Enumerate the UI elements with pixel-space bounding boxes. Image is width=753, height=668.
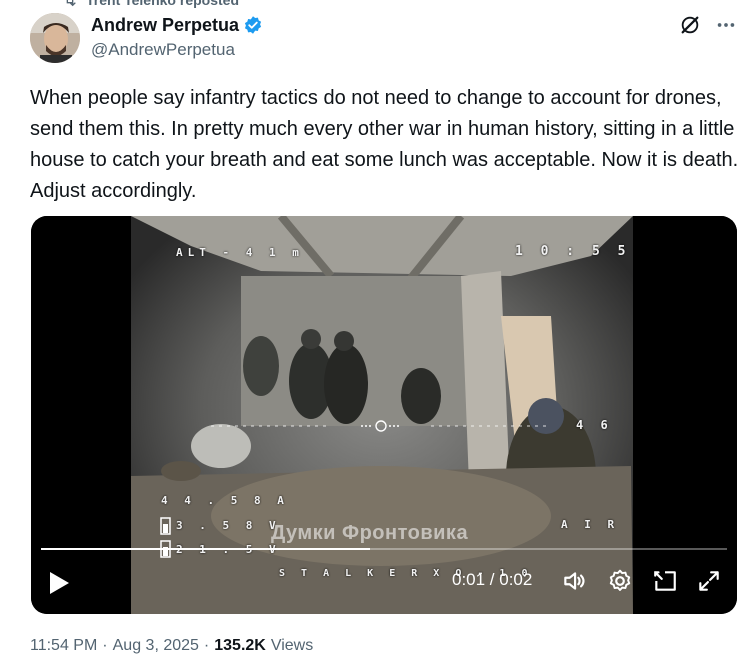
hud-voltage-main: 4 4 . 5 8 A <box>161 494 289 507</box>
views-label: Views <box>270 637 314 654</box>
tweet-meta: 11:54 PM · Aug 3, 2025 · 135.2K Views <box>30 637 313 655</box>
author-block: Andrew Perpetua @AndrewPerpetua <box>91 13 263 60</box>
hud-clock: 1 0 : 5 5 <box>515 244 631 259</box>
author-handle[interactable]: @AndrewPerpetua <box>91 40 263 60</box>
more-icon[interactable] <box>715 14 737 36</box>
meta-separator: · <box>203 637 210 654</box>
grok-icon[interactable] <box>679 14 701 36</box>
hud-mode: A I R <box>561 518 620 531</box>
settings-icon[interactable] <box>607 568 633 594</box>
tweet-top-actions <box>679 14 737 36</box>
tweet-date[interactable]: Aug 3, 2025 <box>113 637 199 655</box>
play-icon[interactable] <box>47 570 71 596</box>
fullscreen-icon[interactable] <box>696 568 722 594</box>
repost-icon <box>66 0 76 7</box>
hud-voltage-cell: 3 . 5 8 V <box>176 519 281 532</box>
repost-context[interactable]: Trent Telenko reposted <box>62 0 239 8</box>
video-progress-bar[interactable] <box>41 548 727 550</box>
avatar-image <box>30 13 80 63</box>
hud-speed: 4 6 <box>576 418 613 432</box>
volume-icon[interactable] <box>561 568 587 594</box>
tweet-time[interactable]: 11:54 PM <box>30 637 97 655</box>
verified-badge-icon <box>244 16 262 34</box>
repost-label: Trent Telenko reposted <box>86 0 239 8</box>
hud-altitude: ALT - 4 1 m <box>176 246 304 259</box>
pip-icon[interactable] <box>652 568 678 594</box>
meta-separator: · <box>102 637 108 654</box>
video-progress-fill <box>41 548 371 550</box>
video-player[interactable]: ALT - 4 1 m 1 0 : 5 5 4 6 4 4 . 5 8 A 3 … <box>31 216 737 614</box>
avatar[interactable] <box>30 13 80 63</box>
video-controls: 0:01 / 0:02 <box>31 552 737 614</box>
video-watermark: Думки Фронтовика <box>271 522 469 544</box>
author-display-name[interactable]: Andrew Perpetua <box>91 15 239 36</box>
video-time-display: 0:01 / 0:02 <box>452 570 533 589</box>
tweet-text: When people say infantry tactics do not … <box>30 87 743 202</box>
views-count[interactable]: 135.2K <box>214 637 266 655</box>
